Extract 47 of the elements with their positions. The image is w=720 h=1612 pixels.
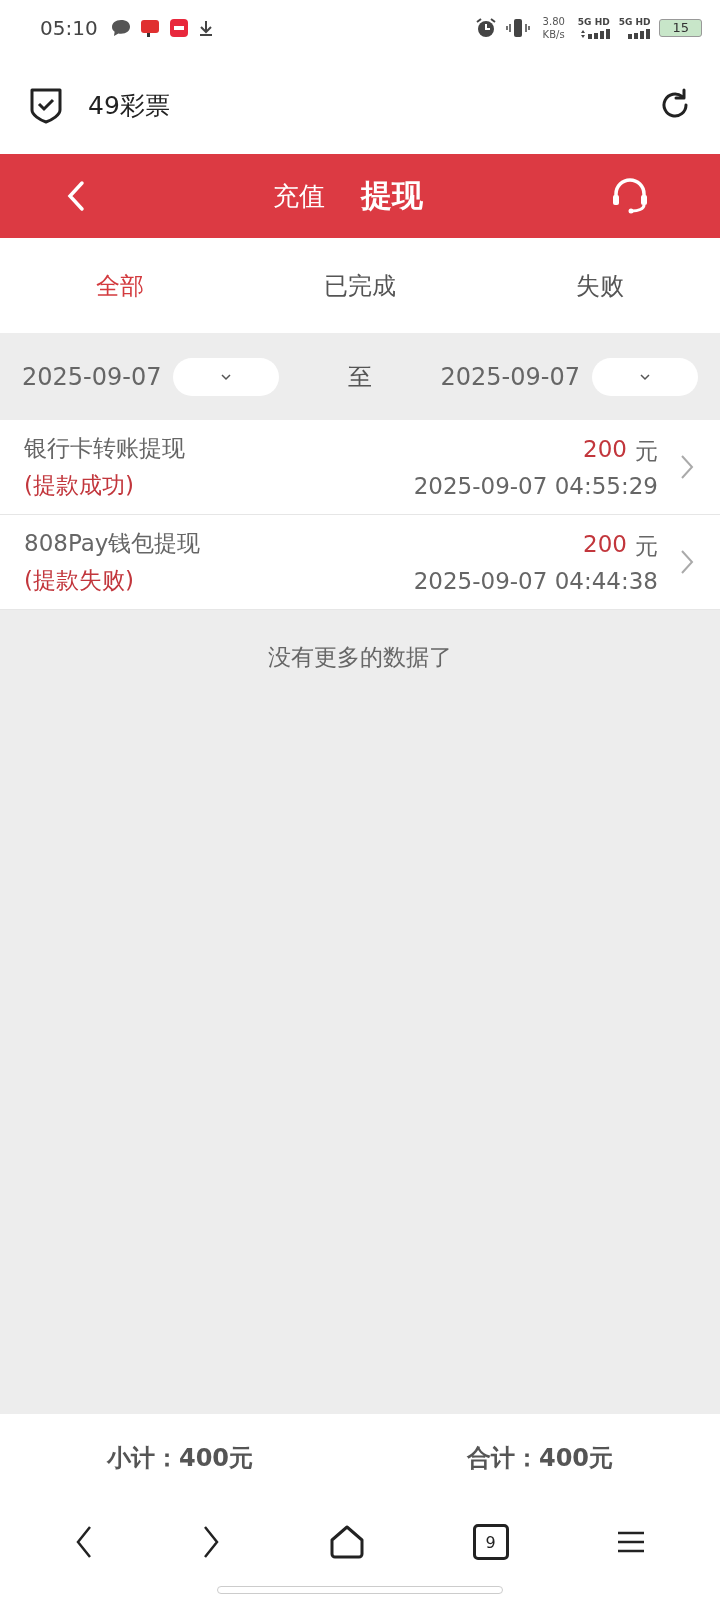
filter-tab[interactable]: 全部 <box>20 269 220 302</box>
shield-check-icon[interactable] <box>28 86 64 124</box>
record-row[interactable]: 808Pay钱包提现 (提款失败) 200 元 2025-09-07 04:44:38 <box>0 515 720 610</box>
record-title: 银行卡转账提现 <box>24 434 186 463</box>
home-icon[interactable] <box>329 1524 365 1560</box>
record-time: 2025-09-07 04:55:29 <box>413 472 658 499</box>
header-tab[interactable]: 充值 <box>273 178 325 214</box>
chevron-right-icon <box>680 549 694 575</box>
battery-level: 15 <box>659 19 702 37</box>
record-time: 2025-09-07 04:44:38 <box>413 567 658 594</box>
chat-bubble-icon <box>110 19 131 37</box>
record-status: (提款成功) <box>24 471 135 500</box>
currency-unit: 元 <box>635 436 658 466</box>
chevron-right-icon <box>680 454 694 480</box>
speed-unit: KB/s <box>542 28 565 41</box>
start-date: 2025-09-07 <box>22 362 162 391</box>
record-amount: 200 <box>583 435 627 464</box>
menu-icon[interactable] <box>616 1530 647 1554</box>
record-title: 808Pay钱包提现 <box>24 529 202 558</box>
currency-unit: 元 <box>635 531 658 561</box>
app-notification-icon <box>139 18 160 38</box>
total: 合计：400元 <box>466 1443 614 1474</box>
network-speed: 3.80 <box>542 15 565 28</box>
vibrate-icon <box>505 17 530 39</box>
record-amount: 200 <box>583 530 627 559</box>
range-separator: 至 <box>347 361 373 393</box>
signal-icon <box>626 29 651 39</box>
signal-icon <box>579 29 610 39</box>
record-row[interactable]: 银行卡转账提现 (提款成功) 200 元 2025-09-07 04:55:29 <box>0 420 720 515</box>
end-date: 2025-09-07 <box>440 362 580 391</box>
chevron-down-icon <box>639 372 651 381</box>
network-label: 5G HD <box>577 17 610 27</box>
alarm-clock-icon <box>474 17 497 39</box>
filter-tab[interactable]: 失败 <box>500 269 700 302</box>
network-label: 5G HD <box>618 17 651 27</box>
record-status: (提款失败) <box>24 566 135 595</box>
app-title: 49彩票 <box>88 89 170 122</box>
download-icon <box>197 19 214 37</box>
tabs-count-button[interactable]: 9 <box>472 1524 509 1560</box>
clock-time: 05:10 <box>40 16 98 40</box>
subtotal: 小计：400元 <box>106 1443 254 1474</box>
chevron-down-icon <box>220 372 233 381</box>
end-message: 没有更多的数据了 <box>268 643 452 672</box>
app-notification-icon <box>168 18 189 38</box>
filter-tab[interactable]: 已完成 <box>260 269 460 302</box>
header-tab[interactable]: 提现 <box>361 175 423 217</box>
headset-icon[interactable] <box>610 178 650 214</box>
